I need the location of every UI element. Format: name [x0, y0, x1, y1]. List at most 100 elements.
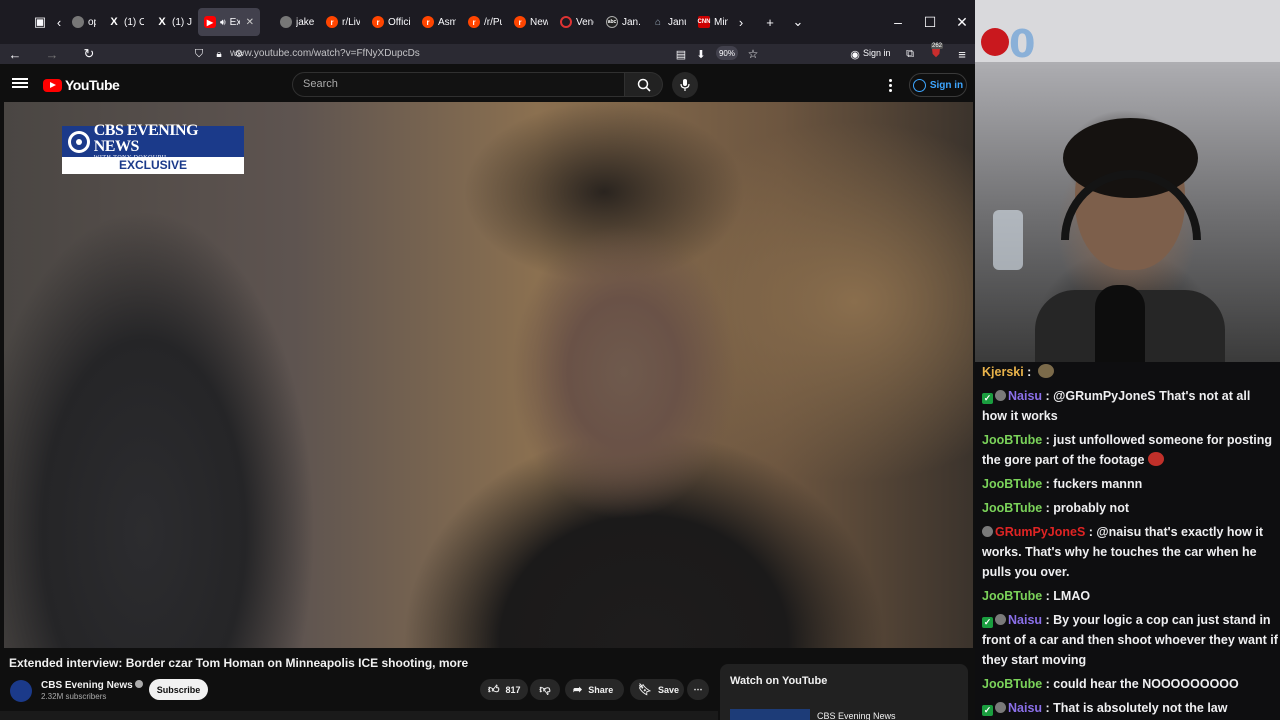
tab-groups-icon[interactable]: ▣: [28, 10, 52, 34]
studio-microphone: [1095, 285, 1145, 362]
chat-separator: :: [1042, 389, 1054, 403]
settings-more-icon[interactable]: [885, 76, 895, 94]
browser-tab-label: Exte: [229, 16, 240, 28]
browser-tab-strip: ▣ ‹ op; X (1) Oli X (1) Jo ▶ 🔊︎Exte ✕ jake-g r r/L…: [0, 0, 975, 44]
save-to-pocket-icon[interactable]: ⬇: [689, 44, 713, 64]
search-input[interactable]: Search: [292, 72, 625, 97]
speaker-icon[interactable]: 🔊︎: [220, 17, 226, 28]
chat-username[interactable]: JooBTube: [982, 477, 1042, 491]
save-button[interactable]: 🔖︎ Save: [630, 679, 684, 700]
browser-tab[interactable]: ▶ 🔊︎Exte ✕: [198, 8, 260, 36]
user-circle-icon: [912, 78, 926, 92]
share-label: Share: [588, 684, 614, 695]
new-tab-icon[interactable]: +: [758, 10, 782, 34]
maximize-icon[interactable]: ☐: [914, 0, 946, 44]
browser-tab-label: (1) Oli: [124, 16, 144, 28]
chat-separator: :: [1042, 677, 1054, 691]
browser-tab[interactable]: Vene:: [554, 8, 600, 36]
close-window-icon[interactable]: ✕: [946, 0, 978, 44]
list-all-tabs-icon[interactable]: ⌄: [786, 10, 810, 34]
chat-badge-icon: [995, 614, 1006, 625]
youtube-sign-in-button[interactable]: Sign in: [909, 73, 967, 97]
browser-tab[interactable]: jake-g: [274, 8, 320, 36]
browser-sign-in-label[interactable]: Sign in: [863, 48, 891, 58]
bookmark-icon: 🔖︎: [638, 684, 652, 696]
chat-username[interactable]: Kjerski: [982, 365, 1024, 379]
browser-tab[interactable]: abc Jan. 6: [600, 8, 646, 36]
more-actions-button[interactable]: ⋯: [687, 679, 709, 700]
related-thumbnail[interactable]: [730, 709, 810, 720]
cbs-eye-icon: [68, 130, 90, 153]
subscribe-button[interactable]: Subscribe: [149, 679, 208, 700]
bookmark-tab-icon: [72, 16, 84, 28]
browser-tab[interactable]: op;: [66, 8, 102, 36]
video-player[interactable]: CBS EVENING NEWS WITH TONY DOKOUPIL EXCL…: [4, 102, 973, 648]
bookmark-star-icon[interactable]: ☆: [741, 44, 765, 64]
browser-tab[interactable]: X (1) Oli: [102, 8, 150, 36]
chat-username[interactable]: Naisu: [1008, 389, 1042, 403]
scroll-tabs-right-icon[interactable]: ›: [734, 10, 748, 34]
related-channel: CBS Evening News: [817, 711, 896, 720]
browser-tab[interactable]: r Officia: [366, 8, 416, 36]
chat-separator: :: [1042, 501, 1054, 515]
channel-avatar[interactable]: [10, 680, 32, 702]
chat-username[interactable]: JooBTube: [982, 433, 1042, 447]
reddit-favicon-icon: r: [326, 16, 338, 28]
zoom-level[interactable]: 90%: [716, 46, 738, 60]
address-bar-url[interactable]: www.youtube.com/watch?v=FfNyXDupcDs: [230, 48, 420, 59]
ublock-count-badge: 262: [931, 43, 944, 49]
chat-username[interactable]: JooBTube: [982, 677, 1042, 691]
horizontal-scrollbar[interactable]: [0, 711, 718, 720]
browser-tab[interactable]: r/r/Pul: [462, 8, 508, 36]
browser-tab-label: /r/Pul: [484, 16, 502, 28]
chat-message: ✓ Naisu : By your logic a cop can just st…: [982, 610, 1278, 670]
browser-tab-label: Asmo: [438, 16, 456, 28]
chat-username[interactable]: JooBTube: [982, 501, 1042, 515]
chat-message: JooBTube : probably not: [982, 498, 1278, 518]
chat-badge-icon: [995, 702, 1006, 713]
chat-text: That is absolutely not the law: [1053, 701, 1228, 715]
verified-badge-icon: ✓: [982, 705, 993, 716]
scroll-tabs-left-icon[interactable]: ‹: [52, 10, 66, 34]
like-count: 817: [505, 684, 521, 695]
browser-tab-label: r/Live: [342, 16, 360, 28]
close-tab-icon[interactable]: ✕: [246, 17, 254, 28]
cnn-favicon-icon: CNN: [698, 16, 711, 28]
youtube-logo[interactable]: YouTube: [43, 77, 120, 93]
browser-tab[interactable]: r Asmo: [416, 8, 462, 36]
thumbs-down-icon: 👎︎: [539, 684, 551, 696]
browser-tab[interactable]: r News: [508, 8, 554, 36]
reload-icon[interactable]: ↻: [77, 44, 101, 64]
search-button[interactable]: [625, 72, 663, 97]
watch-on-youtube-panel[interactable]: Watch on YouTube CBS Evening News: [720, 664, 968, 720]
browser-tab[interactable]: CNN Min: [692, 8, 734, 36]
menu-icon[interactable]: [12, 76, 28, 92]
cbs-evening-news-logo: CBS EVENING NEWS WITH TONY DOKOUPIL EXCL…: [62, 122, 244, 174]
chat-text: LMAO: [1053, 589, 1091, 603]
chat-username[interactable]: GRumPyJoneS: [995, 525, 1085, 539]
share-button[interactable]: ➦ Share: [565, 679, 624, 700]
back-icon[interactable]: ←: [3, 44, 27, 64]
verified-icon: [135, 680, 144, 688]
channel-name[interactable]: CBS Evening News: [41, 680, 144, 691]
reddit-favicon-icon: r: [468, 16, 480, 28]
browser-tab[interactable]: ⌂ Janua: [646, 8, 692, 36]
browser-tab[interactable]: X (1) Jo: [150, 8, 198, 36]
like-button[interactable]: 👍︎ 817: [480, 679, 528, 700]
chat-separator: :: [1042, 613, 1054, 627]
dislike-button[interactable]: 👎︎: [530, 679, 560, 700]
minimize-icon[interactable]: –: [882, 0, 914, 44]
browser-tab[interactable]: r r/Live: [320, 8, 366, 36]
chat-username[interactable]: Naisu: [1008, 701, 1042, 715]
chat-username[interactable]: Naisu: [1008, 613, 1042, 627]
browser-tab-label: (1) Jo: [172, 16, 192, 28]
voice-search-button[interactable]: [672, 72, 698, 98]
extensions-icon[interactable]: ⧉: [898, 44, 922, 64]
reddit-favicon-icon: r: [422, 16, 434, 28]
bank-favicon-icon: ⌂: [654, 16, 662, 28]
channel-name-text: CBS Evening News: [41, 680, 133, 691]
app-menu-icon[interactable]: ≡: [950, 44, 974, 64]
chat-username[interactable]: JooBTube: [982, 589, 1042, 603]
forward-icon[interactable]: →: [40, 44, 64, 64]
share-icon: ➦: [573, 684, 583, 696]
